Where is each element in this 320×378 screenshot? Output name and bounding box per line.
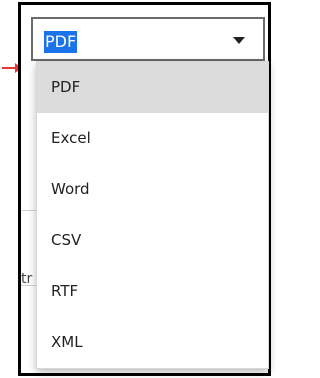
screenshot-frame: tr PDF PDF Excel Word CSV RTF XML (18, 2, 271, 376)
export-format-dropdown: PDF Excel Word CSV RTF XML (36, 61, 269, 369)
option-csv[interactable]: CSV (37, 215, 268, 266)
selected-value: PDF (44, 31, 78, 53)
option-xml[interactable]: XML (37, 317, 268, 368)
option-rtf[interactable]: RTF (37, 266, 268, 317)
option-word[interactable]: Word (37, 164, 268, 215)
chevron-down-icon[interactable] (233, 37, 245, 44)
option-excel[interactable]: Excel (37, 113, 268, 164)
option-pdf[interactable]: PDF (37, 62, 268, 113)
export-format-select[interactable]: PDF (31, 17, 265, 61)
background-partial-text: tr (21, 271, 33, 287)
